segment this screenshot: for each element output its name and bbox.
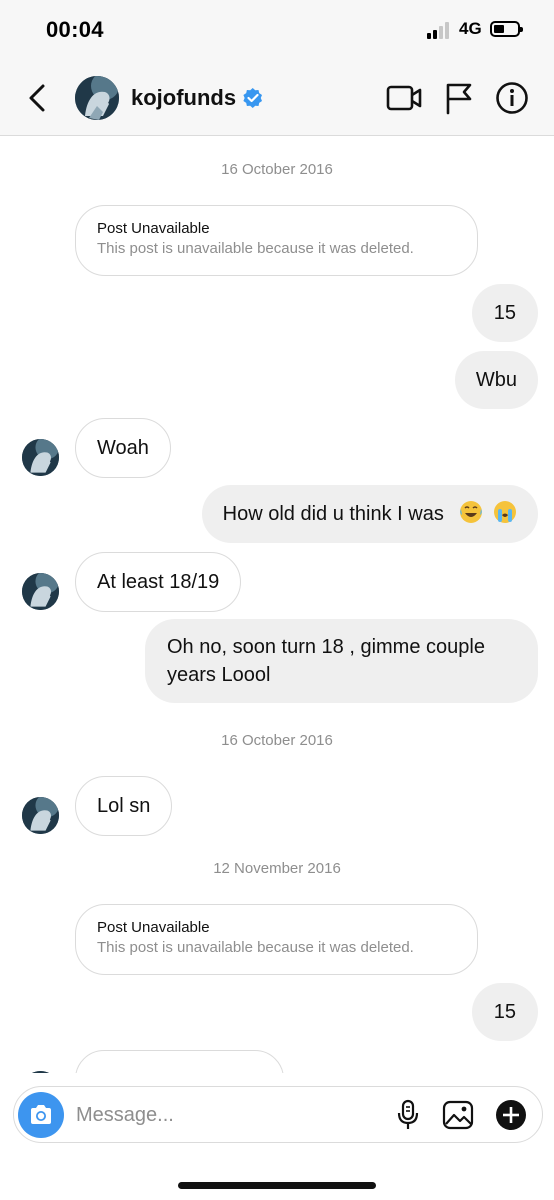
battery-icon — [490, 21, 523, 37]
message-text: How old did u think I was — [222, 503, 444, 525]
microphone-icon[interactable] — [392, 1099, 424, 1131]
post-title: Post Unavailable — [97, 919, 210, 936]
chevron-left-icon[interactable] — [24, 82, 54, 114]
unavailable-post-card[interactable]: Post Unavailable This post is unavailabl… — [75, 205, 478, 276]
post-description: This post is unavailable because it was … — [97, 240, 414, 257]
avatar[interactable] — [75, 76, 119, 120]
face-with-tears-of-joy-emoji — [460, 501, 483, 523]
status-time: 00:04 — [46, 17, 104, 42]
status-bar: 00:04 4G — [0, 0, 554, 60]
home-indicator[interactable] — [178, 1182, 376, 1189]
date-separator: 12 November 2016 — [213, 860, 341, 877]
cellular-signal-icon — [427, 21, 453, 39]
camera-icon[interactable] — [18, 1092, 64, 1138]
sender-avatar[interactable] — [22, 1071, 59, 1073]
flag-icon[interactable] — [441, 81, 477, 115]
outgoing-message[interactable]: Wbu — [454, 351, 538, 409]
date-separator: 16 October 2016 — [221, 732, 333, 749]
sender-avatar[interactable] — [22, 439, 59, 476]
incoming-message[interactable]: At least 18/19 — [75, 552, 242, 612]
image-icon[interactable] — [442, 1099, 474, 1131]
info-icon[interactable] — [494, 81, 530, 115]
outgoing-message[interactable]: 15 — [471, 983, 538, 1041]
incoming-message[interactable]: Lol sn — [75, 776, 173, 836]
chat-username[interactable]: kojofunds — [131, 85, 236, 111]
post-description: This post is unavailable because it was … — [97, 939, 414, 956]
date-separator: 16 October 2016 — [221, 161, 333, 178]
post-title: Post Unavailable — [97, 220, 210, 237]
message-thread[interactable]: 16 October 2016 Post Unavailable This po… — [0, 137, 554, 1073]
outgoing-message[interactable]: How old did u think I was — [201, 485, 538, 543]
chat-header: kojofunds — [0, 60, 554, 136]
outgoing-message[interactable]: Oh no, soon turn 18 , gimme couple years… — [145, 619, 538, 703]
sender-avatar[interactable] — [22, 573, 59, 610]
outgoing-message[interactable]: 15 — [471, 284, 538, 342]
incoming-message[interactable]: Woah — [75, 418, 171, 478]
sender-avatar[interactable] — [22, 797, 59, 834]
loudly-crying-face-emoji — [494, 501, 516, 523]
message-composer — [13, 1086, 543, 1143]
incoming-message-partial[interactable] — [75, 1050, 284, 1073]
plus-circle-icon[interactable] — [495, 1099, 527, 1131]
video-camera-icon[interactable] — [386, 81, 422, 115]
network-type: 4G — [459, 19, 482, 38]
verified-badge-icon — [243, 88, 263, 108]
unavailable-post-card[interactable]: Post Unavailable This post is unavailabl… — [75, 904, 478, 975]
message-input[interactable] — [76, 1099, 376, 1131]
